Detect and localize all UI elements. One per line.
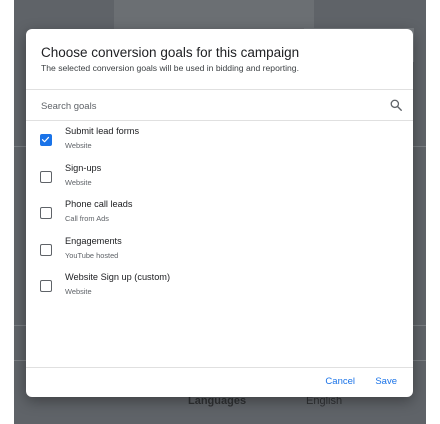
cancel-button[interactable]: Cancel xyxy=(325,376,355,387)
checkmark-icon xyxy=(41,136,50,143)
dialog-subtitle: The selected conversion goals will be us… xyxy=(41,63,299,73)
goal-item-phone-call-leads[interactable]: Phone call leads Call from Ads xyxy=(26,194,413,231)
goal-list: Submit lead forms Website Sign-ups Websi… xyxy=(26,121,413,304)
goal-source: Website xyxy=(65,287,92,296)
goal-name: Submit lead forms xyxy=(65,126,140,136)
goal-item-submit-lead-forms[interactable]: Submit lead forms Website xyxy=(26,121,413,158)
save-button[interactable]: Save xyxy=(375,376,397,387)
goal-source: YouTube hosted xyxy=(65,250,119,260)
goal-item-engagements[interactable]: Engagements YouTube hosted xyxy=(26,231,413,268)
goal-source: Call from Ads xyxy=(65,214,109,223)
goal-item-website-sign-up-custom[interactable]: Website Sign up (custom) Website xyxy=(26,267,413,304)
search-icon[interactable] xyxy=(389,98,403,112)
goal-checkbox[interactable] xyxy=(40,134,52,146)
goal-checkbox[interactable] xyxy=(40,243,52,256)
search-input[interactable] xyxy=(41,97,361,115)
goal-checkbox[interactable] xyxy=(40,207,52,219)
goal-name: Engagements xyxy=(65,235,122,246)
goal-name: Website Sign up (custom) xyxy=(65,272,171,282)
goal-source: Website xyxy=(65,141,92,150)
goal-checkbox[interactable] xyxy=(40,170,52,183)
goal-item-sign-ups[interactable]: Sign-ups Website xyxy=(26,158,413,195)
dialog-title: Choose conversion goals for this campaig… xyxy=(41,45,300,60)
goal-source: Website xyxy=(65,177,92,187)
search-bar xyxy=(26,89,413,121)
dialog-footer: Cancel Save xyxy=(26,367,413,397)
conversion-goals-dialog: Choose conversion goals for this campaig… xyxy=(26,29,413,397)
goal-name: Phone call leads xyxy=(65,199,133,209)
goal-checkbox[interactable] xyxy=(40,280,52,292)
dialog-header: Choose conversion goals for this campaig… xyxy=(26,29,413,85)
goal-name: Sign-ups xyxy=(65,162,102,173)
